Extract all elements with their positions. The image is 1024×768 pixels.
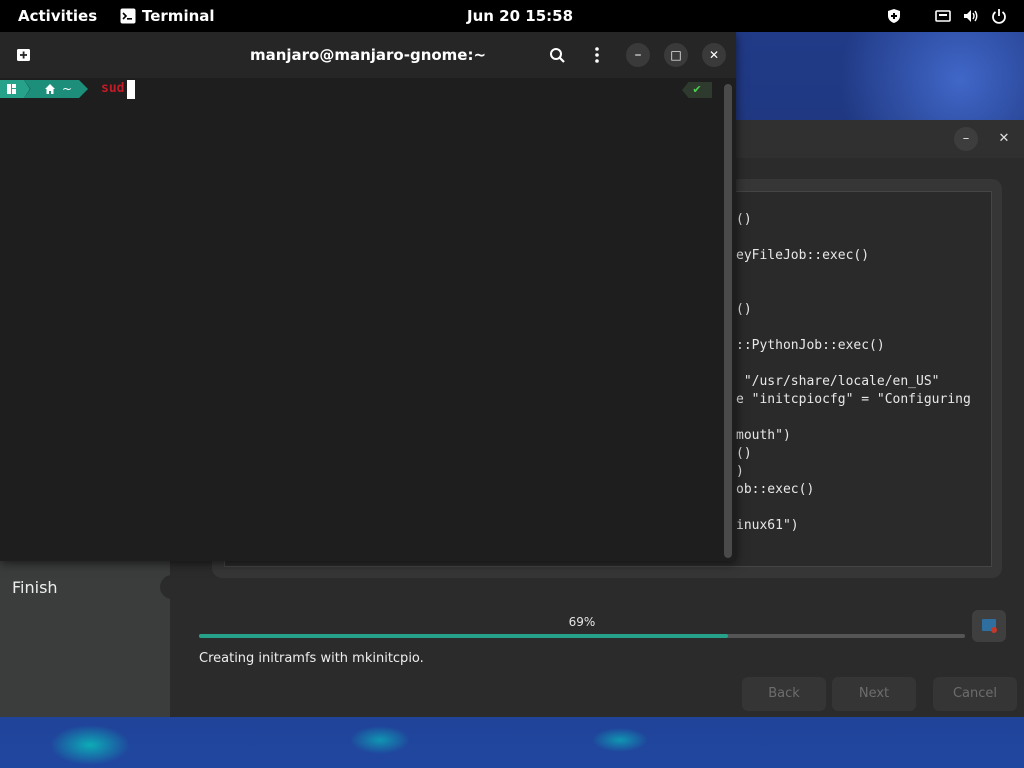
terminal-scrollbar[interactable] xyxy=(724,84,732,558)
next-button[interactable]: Next xyxy=(832,677,916,711)
cancel-button[interactable]: Cancel xyxy=(933,677,1017,711)
app-menu[interactable]: Terminal xyxy=(120,0,220,32)
new-tab-icon[interactable] xyxy=(12,43,36,67)
app-name: Terminal xyxy=(142,7,215,25)
volume-icon[interactable] xyxy=(963,8,979,24)
sidebar-step-indicator xyxy=(160,575,184,599)
log-line: ) xyxy=(736,464,744,479)
terminal-maximize-button[interactable]: □ xyxy=(664,43,688,67)
back-button[interactable]: Back xyxy=(742,677,826,711)
command-input[interactable]: sud xyxy=(101,80,124,98)
log-line: mouth") xyxy=(736,428,791,443)
prompt-home-segment: ~ xyxy=(24,80,88,98)
prompt-cwd: ~ xyxy=(62,82,73,96)
clock[interactable]: Jun 20 15:58 xyxy=(467,0,573,32)
log-line: "/usr/share/locale/en_US" xyxy=(736,374,940,389)
progress-percent: 69% xyxy=(568,615,596,629)
installer-close-button[interactable]: ✕ xyxy=(992,127,1016,151)
log-line: () xyxy=(736,446,752,461)
search-icon[interactable] xyxy=(545,43,569,67)
network-icon[interactable] xyxy=(935,8,951,24)
terminal-app-icon xyxy=(120,8,136,24)
log-line: ::PythonJob::exec() xyxy=(736,338,885,353)
shield-icon[interactable] xyxy=(886,8,902,24)
install-status-text: Creating initramfs with mkinitcpio. xyxy=(199,651,424,666)
progress-bar-fill xyxy=(199,634,728,638)
installer-minimize-button[interactable]: – xyxy=(954,127,978,151)
kebab-menu-icon[interactable] xyxy=(585,43,609,67)
sidebar-step-finish: Finish xyxy=(12,578,58,597)
log-line: () xyxy=(736,302,752,317)
home-icon xyxy=(44,80,56,98)
terminal-minimize-button[interactable]: – xyxy=(626,43,650,67)
log-line: e "initcpiocfg" = "Configuring xyxy=(736,392,971,407)
exit-status-indicator: ✔ xyxy=(682,82,712,98)
terminal-close-button[interactable]: ✕ xyxy=(702,43,726,67)
prompt-os-segment xyxy=(0,80,30,98)
progress-bar xyxy=(199,634,965,638)
log-toggle-icon xyxy=(982,619,997,633)
log-line: ob::exec() xyxy=(736,482,815,497)
log-line: () xyxy=(736,212,752,227)
log-line: inux61") xyxy=(736,518,799,533)
text-cursor xyxy=(127,80,135,99)
activities-button[interactable]: Activities xyxy=(18,0,97,32)
log-toggle-button[interactable] xyxy=(972,610,1006,642)
power-icon[interactable] xyxy=(991,8,1007,24)
log-line: eyFileJob::exec() xyxy=(736,248,870,263)
terminal-window[interactable]: manjaro@manjaro-gnome:~ – □ ✕ ~ sud ✔ xyxy=(0,32,736,561)
manjaro-logo-icon xyxy=(7,84,16,94)
top-bar: Activities Terminal Jun 20 15:58 xyxy=(0,0,1024,32)
